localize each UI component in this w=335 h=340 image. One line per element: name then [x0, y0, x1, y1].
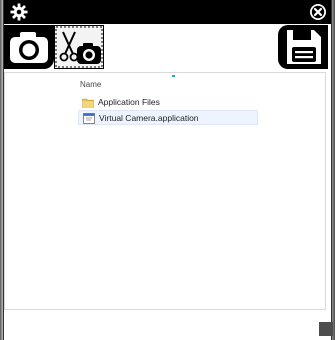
toolbar: [4, 24, 331, 72]
captured-view: Name Application Files Virtual Camera.ap…: [4, 72, 331, 340]
application-icon: [83, 113, 95, 124]
cursor-marker: [172, 75, 175, 77]
capture-region-button[interactable]: [54, 25, 104, 69]
list-item-label: Virtual Camera.application: [99, 113, 199, 123]
scissors-camera-icon: [55, 26, 103, 68]
title-bar: [4, 0, 331, 24]
resize-grip-icon[interactable]: [319, 322, 333, 336]
save-button[interactable]: [278, 25, 328, 69]
folder-icon: [82, 97, 94, 108]
list-item-label: Application Files: [98, 97, 160, 107]
close-icon[interactable]: [309, 3, 327, 21]
list-item[interactable]: Virtual Camera.application: [78, 110, 258, 125]
list-item[interactable]: Application Files: [78, 95, 258, 110]
app-window: Name Application Files Virtual Camera.ap…: [4, 0, 333, 340]
gear-icon[interactable]: [10, 3, 28, 21]
floppy-disk-icon: [287, 30, 321, 64]
camera-button[interactable]: [4, 25, 54, 69]
column-header-name[interactable]: Name: [80, 80, 101, 89]
camera-icon: [10, 32, 48, 63]
